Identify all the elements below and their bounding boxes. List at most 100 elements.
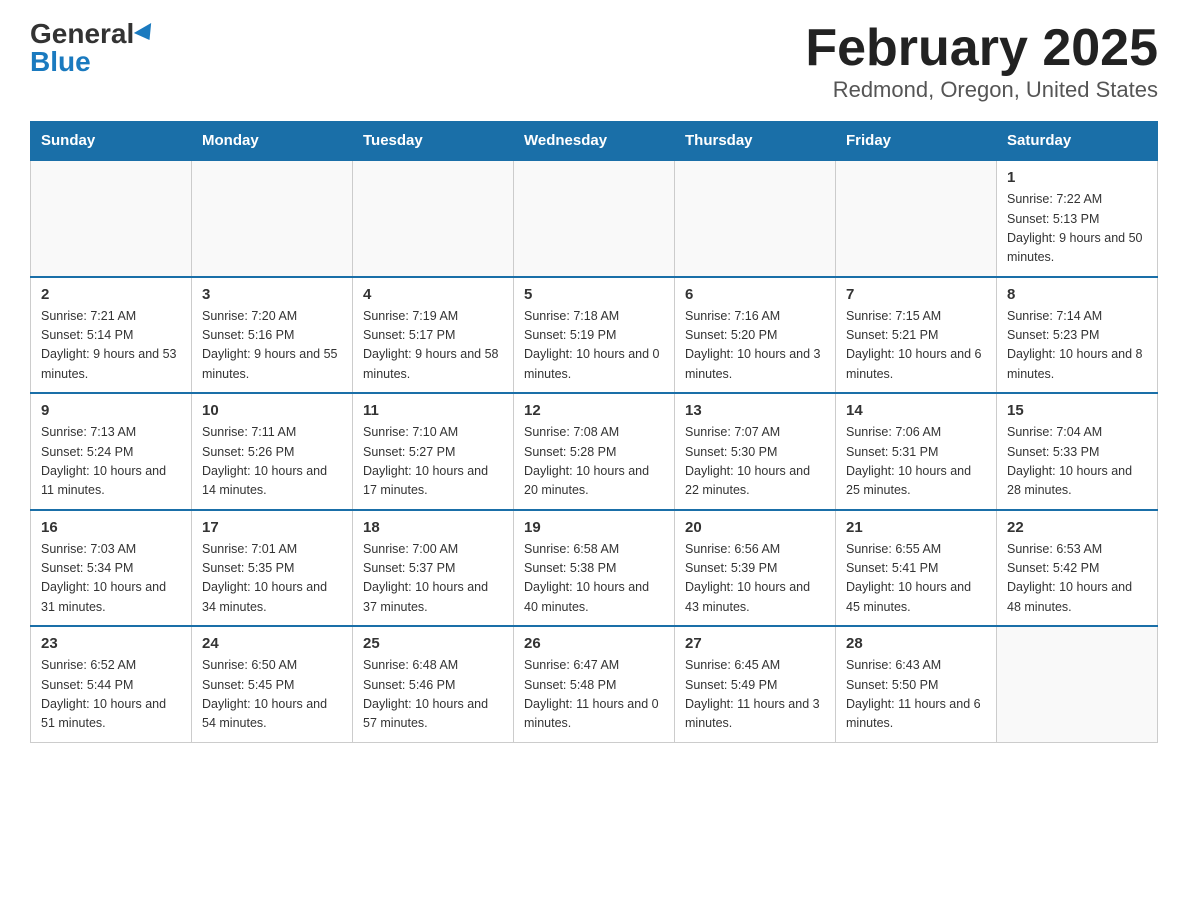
page-subtitle: Redmond, Oregon, United States [805,77,1158,103]
day-info: Sunrise: 7:01 AM Sunset: 5:35 PM Dayligh… [202,540,342,618]
day-info: Sunrise: 7:08 AM Sunset: 5:28 PM Dayligh… [524,423,664,501]
calendar-cell: 3 Sunrise: 7:20 AM Sunset: 5:16 PM Daylig… [192,277,353,394]
calendar-cell: 1 Sunrise: 7:22 AM Sunset: 5:13 PM Daylig… [997,160,1158,277]
day-info: Sunrise: 7:04 AM Sunset: 5:33 PM Dayligh… [1007,423,1147,501]
calendar-cell: 27 Sunrise: 6:45 AM Sunset: 5:49 PM Dayli… [675,626,836,742]
title-block: February 2025 Redmond, Oregon, United St… [805,20,1158,103]
day-info: Sunrise: 7:21 AM Sunset: 5:14 PM Dayligh… [41,307,181,385]
day-number: 21 [846,519,986,536]
column-header-wednesday: Wednesday [514,122,675,161]
day-number: 17 [202,519,342,536]
calendar-week-row: 16Sunrise: 7:03 AM Sunset: 5:34 PM Dayli… [31,510,1158,627]
calendar-cell: 9 Sunrise: 7:13 AM Sunset: 5:24 PM Daylig… [31,393,192,510]
day-info: Sunrise: 7:20 AM Sunset: 5:16 PM Dayligh… [202,307,342,385]
day-info: Sunrise: 6:50 AM Sunset: 5:45 PM Dayligh… [202,656,342,734]
day-number: 10 [202,402,342,419]
calendar-cell: 15 Sunrise: 7:04 AM Sunset: 5:33 PM Dayli… [997,393,1158,510]
day-number: 5 [524,286,664,303]
day-number: 24 [202,635,342,652]
calendar-cell: 25 Sunrise: 6:48 AM Sunset: 5:46 PM Dayli… [353,626,514,742]
day-number: 28 [846,635,986,652]
day-number: 22 [1007,519,1147,536]
day-info: Sunrise: 7:18 AM Sunset: 5:19 PM Dayligh… [524,307,664,385]
day-info: Sunrise: 6:45 AM Sunset: 5:49 PM Dayligh… [685,656,825,734]
day-info: Sunrise: 7:07 AM Sunset: 5:30 PM Dayligh… [685,423,825,501]
day-info: Sunrise: 7:11 AM Sunset: 5:26 PM Dayligh… [202,423,342,501]
day-info: Sunrise: 7:06 AM Sunset: 5:31 PM Dayligh… [846,423,986,501]
calendar-cell [997,626,1158,742]
calendar-cell [31,160,192,277]
logo-blue-text: Blue [30,48,91,76]
calendar-cell: 22Sunrise: 6:53 AM Sunset: 5:42 PM Dayli… [997,510,1158,627]
column-header-saturday: Saturday [997,122,1158,161]
calendar-table: SundayMondayTuesdayWednesdayThursdayFrid… [30,121,1158,743]
day-number: 25 [363,635,503,652]
day-info: Sunrise: 7:22 AM Sunset: 5:13 PM Dayligh… [1007,190,1147,268]
calendar-cell: 17 Sunrise: 7:01 AM Sunset: 5:35 PM Dayli… [192,510,353,627]
column-header-tuesday: Tuesday [353,122,514,161]
header: General Blue February 2025 Redmond, Oreg… [30,20,1158,103]
day-number: 27 [685,635,825,652]
calendar-week-row: 2 Sunrise: 7:21 AM Sunset: 5:14 PM Daylig… [31,277,1158,394]
calendar-cell: 7Sunrise: 7:15 AM Sunset: 5:21 PM Daylig… [836,277,997,394]
day-info: Sunrise: 6:43 AM Sunset: 5:50 PM Dayligh… [846,656,986,734]
calendar-cell: 20Sunrise: 6:56 AM Sunset: 5:39 PM Dayli… [675,510,836,627]
day-info: Sunrise: 6:56 AM Sunset: 5:39 PM Dayligh… [685,540,825,618]
calendar-cell: 23Sunrise: 6:52 AM Sunset: 5:44 PM Dayli… [31,626,192,742]
day-number: 15 [1007,402,1147,419]
day-number: 4 [363,286,503,303]
calendar-cell: 19 Sunrise: 6:58 AM Sunset: 5:38 PM Dayli… [514,510,675,627]
column-header-thursday: Thursday [675,122,836,161]
logo: General Blue [30,20,156,76]
day-number: 1 [1007,169,1147,186]
day-info: Sunrise: 7:10 AM Sunset: 5:27 PM Dayligh… [363,423,503,501]
calendar-cell: 4 Sunrise: 7:19 AM Sunset: 5:17 PM Daylig… [353,277,514,394]
day-info: Sunrise: 6:58 AM Sunset: 5:38 PM Dayligh… [524,540,664,618]
calendar-week-row: 9 Sunrise: 7:13 AM Sunset: 5:24 PM Daylig… [31,393,1158,510]
day-number: 12 [524,402,664,419]
column-header-sunday: Sunday [31,122,192,161]
calendar-cell: 18 Sunrise: 7:00 AM Sunset: 5:37 PM Dayli… [353,510,514,627]
calendar-cell: 24 Sunrise: 6:50 AM Sunset: 5:45 PM Dayli… [192,626,353,742]
page-title: February 2025 [805,20,1158,77]
calendar-cell: 21 Sunrise: 6:55 AM Sunset: 5:41 PM Dayli… [836,510,997,627]
day-number: 9 [41,402,181,419]
day-number: 14 [846,402,986,419]
day-number: 19 [524,519,664,536]
calendar-week-row: 23Sunrise: 6:52 AM Sunset: 5:44 PM Dayli… [31,626,1158,742]
day-number: 8 [1007,286,1147,303]
calendar-cell [514,160,675,277]
day-number: 11 [363,402,503,419]
day-info: Sunrise: 7:00 AM Sunset: 5:37 PM Dayligh… [363,540,503,618]
day-number: 13 [685,402,825,419]
day-number: 3 [202,286,342,303]
column-header-friday: Friday [836,122,997,161]
calendar-cell: 16Sunrise: 7:03 AM Sunset: 5:34 PM Dayli… [31,510,192,627]
day-number: 18 [363,519,503,536]
logo-arrow-icon [134,23,158,45]
calendar-cell: 13 Sunrise: 7:07 AM Sunset: 5:30 PM Dayli… [675,393,836,510]
calendar-cell: 28 Sunrise: 6:43 AM Sunset: 5:50 PM Dayli… [836,626,997,742]
day-info: Sunrise: 7:15 AM Sunset: 5:21 PM Dayligh… [846,307,986,385]
day-info: Sunrise: 7:14 AM Sunset: 5:23 PM Dayligh… [1007,307,1147,385]
calendar-cell: 10 Sunrise: 7:11 AM Sunset: 5:26 PM Dayli… [192,393,353,510]
day-info: Sunrise: 6:55 AM Sunset: 5:41 PM Dayligh… [846,540,986,618]
calendar-cell [836,160,997,277]
logo-general-text: General [30,20,134,48]
calendar-cell: 12 Sunrise: 7:08 AM Sunset: 5:28 PM Dayli… [514,393,675,510]
day-number: 26 [524,635,664,652]
day-info: Sunrise: 6:48 AM Sunset: 5:46 PM Dayligh… [363,656,503,734]
calendar-cell: 14 Sunrise: 7:06 AM Sunset: 5:31 PM Dayli… [836,393,997,510]
calendar-cell: 2 Sunrise: 7:21 AM Sunset: 5:14 PM Daylig… [31,277,192,394]
day-number: 23 [41,635,181,652]
day-info: Sunrise: 7:13 AM Sunset: 5:24 PM Dayligh… [41,423,181,501]
calendar-cell: 26Sunrise: 6:47 AM Sunset: 5:48 PM Dayli… [514,626,675,742]
calendar-cell [192,160,353,277]
day-info: Sunrise: 7:19 AM Sunset: 5:17 PM Dayligh… [363,307,503,385]
calendar-cell [353,160,514,277]
day-info: Sunrise: 7:16 AM Sunset: 5:20 PM Dayligh… [685,307,825,385]
day-number: 2 [41,286,181,303]
calendar-cell: 11 Sunrise: 7:10 AM Sunset: 5:27 PM Dayli… [353,393,514,510]
day-info: Sunrise: 7:03 AM Sunset: 5:34 PM Dayligh… [41,540,181,618]
calendar-week-row: 1 Sunrise: 7:22 AM Sunset: 5:13 PM Daylig… [31,160,1158,277]
